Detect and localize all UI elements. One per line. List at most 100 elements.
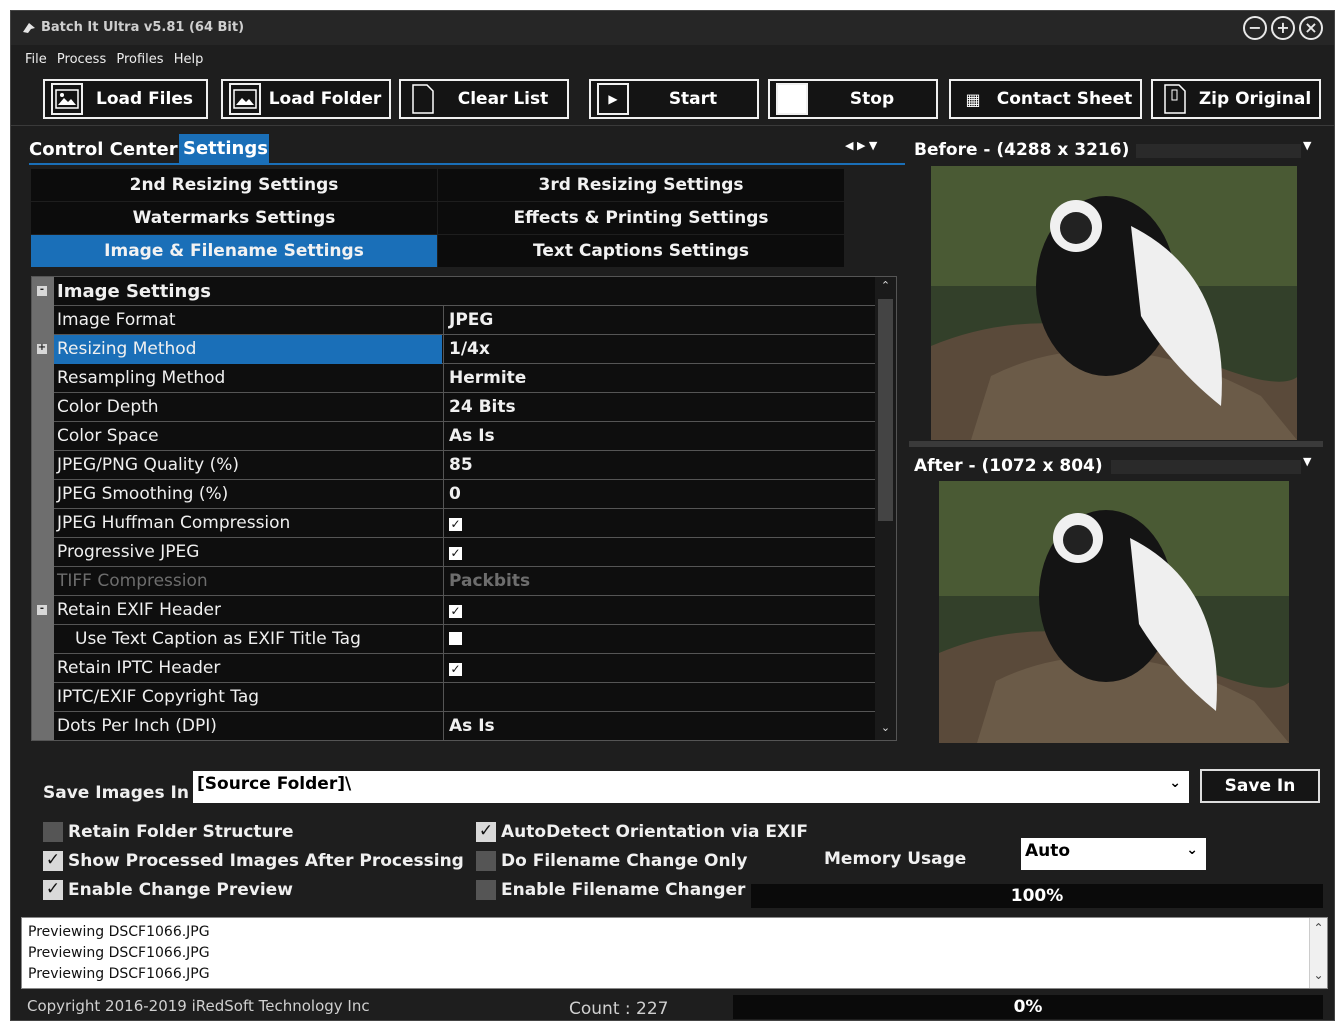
table-row[interactable]: Resampling Method Hermite — [32, 364, 875, 393]
chevron-down-icon[interactable]: ⌄ — [1186, 842, 1198, 858]
toolbar-divider — [11, 125, 1334, 126]
document-icon — [407, 83, 439, 115]
grid-icon: ▦ — [965, 89, 981, 109]
before-preview-label: Before - (4288 x 3216) — [914, 140, 1130, 160]
start-button[interactable]: ▶ Start — [589, 79, 759, 119]
checkbox-checked[interactable]: ✓ — [449, 605, 462, 618]
table-row[interactable]: Dots Per Inch (DPI) As Is — [32, 712, 875, 740]
scroll-down-icon[interactable]: ⌄ — [878, 721, 893, 737]
count-text: Count : 227 — [569, 999, 669, 1019]
chevron-down-icon[interactable]: ⌄ — [1169, 775, 1181, 791]
memory-usage-label: Memory Usage — [824, 849, 967, 869]
table-row[interactable]: Progressive JPEG ✓ — [32, 538, 875, 567]
log-scrollbar[interactable]: ⌃ ⌄ — [1309, 918, 1327, 988]
table-row: TIFF Compression Packbits — [32, 567, 875, 596]
list-item: Previewing DSCF1066.JPG — [28, 945, 210, 961]
table-row[interactable]: Color Space As Is — [32, 422, 875, 451]
clear-list-button[interactable]: Clear List — [399, 79, 569, 119]
collapse-icon[interactable]: - — [37, 604, 47, 615]
chevron-down-icon[interactable]: ▼ — [1303, 139, 1311, 152]
tab-control-center[interactable]: Control Center — [29, 139, 178, 160]
filename-changer-checkbox[interactable] — [476, 880, 496, 900]
retain-folder-label: Retain Folder Structure — [68, 822, 294, 842]
list-item: Previewing DSCF1066.JPG — [28, 966, 210, 982]
log-list[interactable]: Previewing DSCF1066.JPG Previewing DSCF1… — [21, 917, 1328, 989]
property-grid: - Image Settings Image Format JPEG + Res… — [31, 276, 897, 741]
tab-underline — [29, 163, 905, 165]
menu-process[interactable]: Process — [57, 52, 106, 67]
maximize-icon[interactable]: + — [1271, 16, 1295, 40]
collapse-icon[interactable]: - — [37, 285, 47, 296]
tab-image-filename[interactable]: Image & Filename Settings — [31, 235, 437, 268]
save-images-label: Save Images In — [43, 783, 189, 803]
filename-only-label: Do Filename Change Only — [501, 851, 748, 871]
table-row[interactable]: Image Format JPEG — [32, 306, 875, 335]
tab-text-captions[interactable]: Text Captions Settings — [438, 235, 844, 268]
save-folder-dropdown[interactable]: [Source Folder]\ ⌄ — [193, 771, 1189, 803]
table-row[interactable]: JPEG/PNG Quality (%) 85 — [32, 451, 875, 480]
list-item: Previewing DSCF1066.JPG — [28, 924, 210, 940]
contact-sheet-button[interactable]: ▦ Contact Sheet — [949, 79, 1142, 119]
splitter[interactable] — [909, 441, 1323, 447]
process-progress-bar: 0% — [733, 995, 1323, 1019]
scrollbar-thumb[interactable] — [878, 299, 893, 521]
menu-help[interactable]: Help — [174, 52, 204, 67]
tab-watermarks[interactable]: Watermarks Settings — [31, 202, 437, 235]
memory-progress-bar: 100% — [751, 884, 1323, 908]
filename-changer-label: Enable Filename Changer — [501, 880, 746, 900]
table-row[interactable]: IPTC/EXIF Copyright Tag — [32, 683, 875, 712]
table-row[interactable]: + Resizing Method 1/4x — [32, 335, 875, 364]
tab-3rd-resizing[interactable]: 3rd Resizing Settings — [438, 169, 844, 202]
chevron-down-icon[interactable]: ▼ — [1303, 455, 1311, 468]
minimize-icon[interactable]: − — [1243, 16, 1267, 40]
memory-usage-select[interactable]: Auto ⌄ — [1021, 838, 1206, 870]
zip-original-button[interactable]: Zip Original — [1151, 79, 1321, 119]
retain-folder-checkbox[interactable] — [43, 822, 63, 842]
scroll-down-icon[interactable]: ⌄ — [1310, 965, 1327, 986]
before-preview-image — [931, 166, 1297, 440]
stop-button[interactable]: Stop — [768, 79, 938, 119]
save-in-button[interactable]: Save In — [1200, 769, 1320, 803]
filename-only-checkbox[interactable] — [476, 851, 496, 871]
title-bar: Batch It Ultra v5.81 (64 Bit) − + × — [11, 11, 1334, 45]
grid-category[interactable]: - Image Settings — [32, 277, 875, 306]
menu-bar: File Process Profiles Help — [25, 52, 209, 67]
window-title: Batch It Ultra v5.81 (64 Bit) — [41, 20, 245, 35]
table-row[interactable]: Color Depth 24 Bits — [32, 393, 875, 422]
autodetect-checkbox[interactable]: ✓ — [476, 822, 496, 842]
zip-icon — [1159, 83, 1191, 115]
close-icon[interactable]: × — [1299, 16, 1323, 40]
scroll-up-icon[interactable]: ⌃ — [1310, 918, 1327, 939]
show-processed-label: Show Processed Images After Processing — [68, 851, 464, 871]
tab-2nd-resizing[interactable]: 2nd Resizing Settings — [31, 169, 437, 202]
checkbox-checked[interactable]: ✓ — [449, 547, 462, 560]
folder-image-icon — [229, 83, 261, 115]
checkbox-checked[interactable]: ✓ — [449, 518, 462, 531]
load-folder-button[interactable]: Load Folder — [221, 79, 391, 119]
table-row[interactable]: JPEG Smoothing (%) 0 — [32, 480, 875, 509]
checkbox-unchecked[interactable] — [449, 632, 462, 645]
table-row[interactable]: Retain IPTC Header ✓ — [32, 654, 875, 683]
app-window: Batch It Ultra v5.81 (64 Bit) − + × File… — [10, 10, 1335, 1021]
table-row[interactable]: - Retain EXIF Header ✓ — [32, 596, 875, 625]
tab-settings[interactable]: Settings — [179, 134, 269, 164]
stop-icon — [776, 83, 808, 115]
load-files-button[interactable]: Load Files — [43, 79, 208, 119]
show-processed-checkbox[interactable]: ✓ — [43, 851, 63, 871]
header-bar — [1111, 460, 1301, 474]
menu-profiles[interactable]: Profiles — [116, 52, 163, 67]
enable-preview-checkbox[interactable]: ✓ — [43, 880, 63, 900]
checkbox-checked[interactable]: ✓ — [449, 663, 462, 676]
tab-scroll-arrows-icon[interactable]: ◀ ▶ ▼ — [845, 139, 877, 152]
copyright-text: Copyright 2016-2019 iRedSoft Technology … — [27, 997, 370, 1015]
table-row[interactable]: Use Text Caption as EXIF Title Tag — [32, 625, 875, 654]
autodetect-label: AutoDetect Orientation via EXIF — [501, 822, 808, 842]
tab-effects-printing[interactable]: Effects & Printing Settings — [438, 202, 844, 235]
scroll-up-icon[interactable]: ⌃ — [878, 279, 893, 295]
grid-scrollbar[interactable]: ⌃ ⌄ — [875, 277, 896, 740]
expand-icon[interactable]: + — [37, 343, 47, 354]
enable-preview-label: Enable Change Preview — [68, 880, 293, 900]
menu-file[interactable]: File — [25, 52, 47, 67]
after-preview-image — [939, 481, 1289, 743]
table-row[interactable]: JPEG Huffman Compression ✓ — [32, 509, 875, 538]
